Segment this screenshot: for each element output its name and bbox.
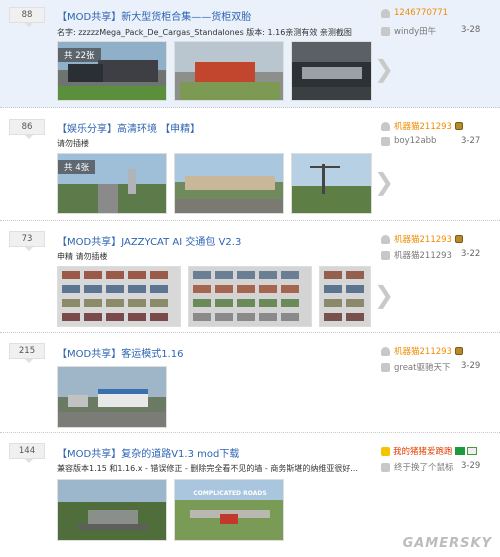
thumbnail-image[interactable]: 共 22张	[57, 41, 167, 101]
reply-icon	[381, 136, 390, 146]
thread-title[interactable]: 【MOD共享】新大型货柜合集——货柜双胎	[57, 8, 251, 23]
medal-icon	[454, 235, 463, 243]
flag-icon	[454, 447, 465, 455]
reply-icon	[381, 462, 390, 472]
thread-row[interactable]: 86 【娱乐分享】高清环境 【申精】 请勿插楼 共 4张 ❯ 机器猫211293…	[0, 108, 500, 221]
reply-icon	[381, 26, 390, 36]
thread-title[interactable]: 【娱乐分享】高清环境 【申精】	[57, 120, 200, 135]
watermark: GAMERSKY	[402, 536, 492, 551]
flag-icon	[466, 447, 477, 455]
reply-count: 88	[9, 7, 45, 27]
reply-count: 215	[9, 343, 45, 363]
last-reply-date: 3-28	[461, 25, 481, 35]
thread-row[interactable]: 215 【MOD共享】客运模式1.16 机器猫211293 great驱驰天下 …	[0, 333, 500, 433]
image-count-badge: 共 22张	[58, 48, 101, 62]
user-icon	[381, 121, 390, 131]
author-link[interactable]: 我的猪猪爱跑跑	[393, 445, 453, 457]
thread-row[interactable]: 73 【MOD共享】JAZZYCAT AI 交通包 V2.3 申精 请勿插楼 ❯…	[0, 221, 500, 333]
thread-title[interactable]: 【MOD共享】客运模式1.16	[57, 345, 183, 360]
last-replier-link[interactable]: 终于换了个鼠标	[394, 461, 454, 473]
reply-count: 144	[9, 443, 45, 463]
thread-title[interactable]: 【MOD共享】JAZZYCAT AI 交通包 V2.3	[57, 233, 241, 248]
thumbnail-image[interactable]	[174, 153, 284, 214]
last-reply-date: 3-27	[461, 136, 481, 146]
reply-icon	[381, 362, 390, 372]
thread-description: 请勿插楼	[57, 139, 89, 148]
thumbnail-image[interactable]: COMPLICATED ROADS	[174, 479, 284, 541]
last-reply-date: 3-22	[461, 249, 481, 259]
author-link[interactable]: 机器猫211293	[394, 120, 452, 132]
vip-icon	[381, 446, 390, 456]
last-replier-link[interactable]: 机器猫211293	[394, 249, 452, 261]
last-replier-link[interactable]: boy12abb	[394, 136, 436, 146]
author-link[interactable]: 机器猫211293	[394, 233, 452, 245]
chevron-right-icon[interactable]: ❯	[374, 55, 394, 83]
thread-title[interactable]: 【MOD共享】复杂的道路V1.3 mod下载	[57, 445, 239, 460]
author-link[interactable]: 1246770771	[394, 8, 448, 18]
thread-description: 兼容版本1.15 和1.16.x - 错误修正 - 删除完全看不见的墙 - 商务…	[57, 464, 358, 473]
reply-count: 73	[9, 231, 45, 251]
chevron-right-icon[interactable]: ❯	[374, 168, 394, 196]
thumbnail-image[interactable]	[291, 41, 372, 101]
author-link[interactable]: 机器猫211293	[394, 345, 452, 357]
thread-description: 名字: zzzzzMega_Pack_De_Cargas_Standalones…	[57, 28, 352, 37]
medal-icon	[454, 347, 463, 355]
user-icon	[381, 346, 390, 356]
thumbnail-image[interactable]	[57, 479, 167, 541]
thread-row[interactable]: 88 【MOD共享】新大型货柜合集——货柜双胎 名字: zzzzzMega_Pa…	[0, 0, 500, 108]
last-replier-link[interactable]: windy田午	[394, 25, 436, 37]
thumbnail-image[interactable]	[174, 41, 284, 101]
thumbnail-image[interactable]	[291, 153, 372, 214]
thumbnail-caption: COMPLICATED ROADS	[193, 490, 266, 497]
last-replier-link[interactable]: great驱驰天下	[394, 361, 450, 373]
thumbnail-image[interactable]: 共 4张	[57, 153, 167, 214]
last-reply-date: 3-29	[461, 461, 481, 471]
user-icon	[381, 8, 390, 18]
reply-count: 86	[9, 119, 45, 139]
thumbnail-image[interactable]	[319, 266, 371, 327]
medal-icon	[454, 122, 463, 130]
thumbnail-image[interactable]	[57, 266, 181, 327]
image-count-badge: 共 4张	[58, 160, 96, 174]
chevron-right-icon[interactable]: ❯	[374, 281, 394, 309]
user-icon	[381, 234, 390, 244]
reply-icon	[381, 250, 390, 260]
thumbnail-image[interactable]	[188, 266, 312, 327]
thumbnail-image[interactable]	[57, 366, 167, 428]
thread-description: 申精 请勿插楼	[57, 252, 108, 261]
last-reply-date: 3-29	[461, 361, 481, 371]
